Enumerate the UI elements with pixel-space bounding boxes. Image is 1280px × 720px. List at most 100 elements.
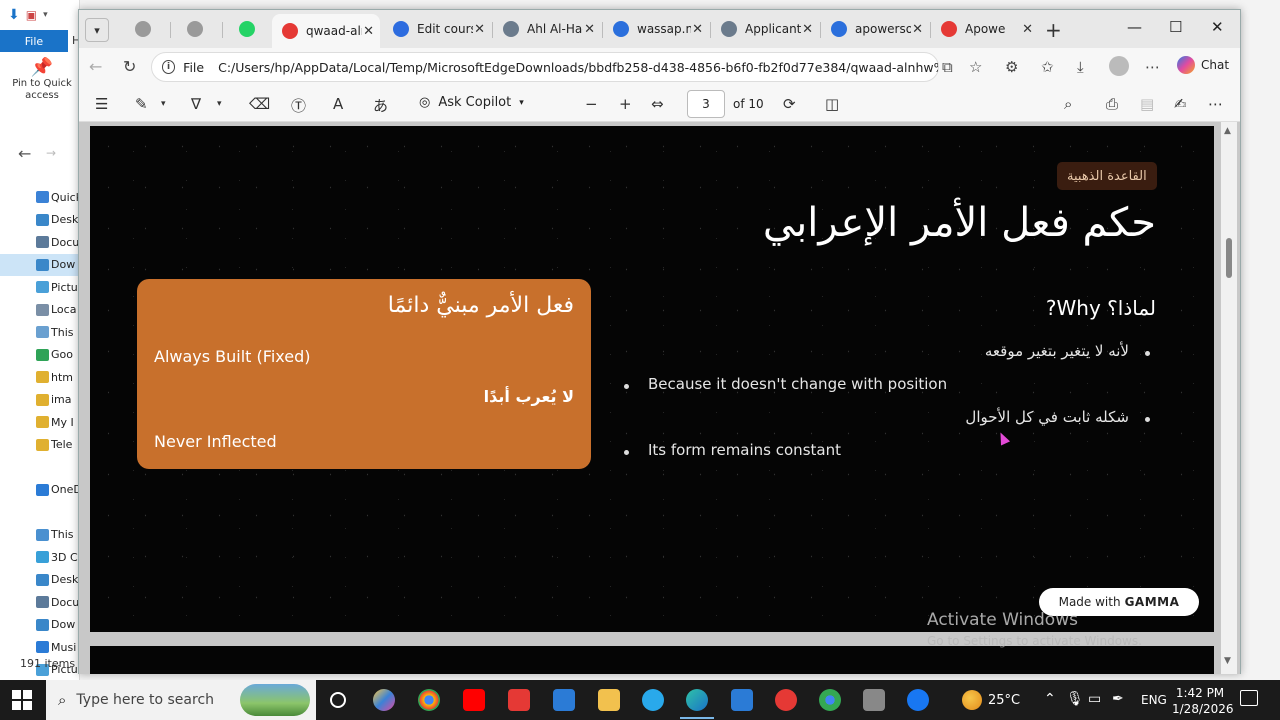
file-explorer-icon[interactable] [598, 689, 620, 711]
chrome-icon[interactable] [418, 689, 440, 711]
start-windows-icon[interactable] [12, 690, 32, 710]
browser-tab[interactable] [119, 14, 167, 44]
save-as-icon[interactable]: ✍ [1174, 95, 1187, 113]
read-aloud-icon[interactable]: ⧉ [942, 58, 953, 76]
nav-pane-item[interactable]: Desk [0, 569, 80, 592]
contents-list-icon[interactable]: ☰ [95, 95, 108, 113]
draw-dropdown-icon[interactable]: ▾ [217, 99, 222, 109]
microphone-icon[interactable]: 🎙 [1066, 691, 1084, 707]
tab-close-icon[interactable]: ✕ [584, 22, 595, 37]
scroll-down-icon[interactable]: ▼ [1224, 656, 1231, 666]
minimize-button[interactable]: — [1127, 18, 1142, 36]
highlight-dropdown-icon[interactable]: ▾ [161, 99, 166, 109]
edge-icon[interactable] [680, 689, 714, 719]
tab-close-icon[interactable]: ✕ [1022, 22, 1033, 37]
qat-dropdown-icon[interactable]: ▾ [43, 10, 48, 20]
browser-tab[interactable]: Apowe ✕ [931, 14, 1039, 44]
close-window-button[interactable]: ✕ [1211, 18, 1224, 36]
zoom-in-icon[interactable]: + [619, 95, 632, 113]
app-icon[interactable] [863, 689, 885, 711]
nav-pane-item[interactable]: Desk [0, 209, 80, 232]
ribbon-file-tab[interactable]: File [0, 30, 68, 52]
browser-tab[interactable]: wassap.my✕ [603, 14, 709, 44]
vertical-scrollbar[interactable]: ▲ ▼ [1221, 122, 1237, 674]
tab-close-icon[interactable]: ✕ [802, 22, 813, 37]
tab-close-icon[interactable]: ✕ [474, 22, 485, 37]
down-arrow-icon[interactable]: ⬇ [8, 7, 20, 23]
weather-widget[interactable]: 25°C [962, 690, 1020, 710]
print-icon[interactable]: ⎙ [1106, 95, 1118, 113]
nav-pane-item[interactable]: htm [0, 366, 80, 389]
apowersoft-recorder-icon[interactable] [775, 689, 797, 711]
chevron-up-icon[interactable]: ⌃ [1044, 691, 1056, 707]
copilot-chat-button[interactable]: Chat [1177, 56, 1229, 74]
nav-pane-item[interactable]: Quick [0, 186, 80, 209]
favorite-star-icon[interactable]: ☆ [969, 58, 982, 76]
back-arrow-icon[interactable]: ← [18, 144, 31, 163]
rotate-icon[interactable]: ⟳ [783, 95, 796, 113]
nav-pane-item[interactable]: ima [0, 389, 80, 412]
notification-icon[interactable] [1240, 690, 1258, 706]
battery-icon[interactable]: ▭ [1088, 691, 1101, 707]
more-options-icon[interactable]: ⋯ [1145, 58, 1160, 76]
nav-pane-item[interactable]: Docu [0, 591, 80, 614]
nav-pane-item[interactable]: 3D C [0, 546, 80, 569]
task-view-icon[interactable] [330, 692, 346, 708]
downloads-icon[interactable]: ⤓ [1077, 58, 1084, 76]
favorites-icon[interactable]: ✩ [1041, 58, 1054, 76]
nav-pane-item[interactable]: Pictu [0, 276, 80, 299]
nav-pane-item[interactable] [0, 456, 80, 479]
wps-office-icon[interactable] [508, 689, 530, 711]
pin-to-quick-access-button[interactable]: 📌 Pin to Quick access [4, 59, 80, 102]
telegram-icon[interactable] [642, 689, 664, 711]
nav-pane-item[interactable] [0, 501, 80, 524]
zoom-out-icon[interactable]: − [585, 95, 598, 113]
maximize-button[interactable]: ☐ [1169, 18, 1182, 36]
tab-close-icon[interactable]: ✕ [692, 22, 703, 37]
nav-pane-item[interactable]: This [0, 321, 80, 344]
browser-tab[interactable] [223, 14, 269, 44]
eraser-icon[interactable]: ⌫ [249, 95, 270, 113]
browser-tab[interactable]: Edit course✕ [383, 14, 491, 44]
tab-actions-menu-button[interactable]: ▾ [85, 18, 109, 42]
vscode-icon[interactable] [553, 689, 575, 711]
todo-icon[interactable] [731, 689, 753, 711]
nav-pane-item[interactable]: This P [0, 524, 80, 547]
browser-tab[interactable]: qwaad-alnh✕ [272, 14, 380, 48]
copilot-taskbar-icon[interactable] [373, 689, 395, 711]
tab-close-icon[interactable]: ✕ [912, 22, 923, 37]
nav-pane-item[interactable]: Tele [0, 434, 80, 457]
profile-avatar[interactable] [1109, 56, 1129, 76]
browser-tab[interactable]: Applicant L✕ [711, 14, 819, 44]
text-box-icon[interactable]: Ⓣ [291, 95, 306, 116]
translate-icon[interactable]: あ [373, 95, 388, 116]
scroll-up-icon[interactable]: ▲ [1224, 126, 1231, 136]
nav-pane-item[interactable]: Loca [0, 299, 80, 322]
search-icon[interactable]: ⌕ [1064, 95, 1072, 113]
info-icon[interactable]: i [162, 60, 176, 74]
browser-tab[interactable]: Ahl Al-Hadi✕ [493, 14, 601, 44]
nav-pane-item[interactable]: Docu [0, 231, 80, 254]
nav-pane-item[interactable]: OneD [0, 479, 80, 502]
scrollbar-thumb[interactable] [1226, 238, 1232, 278]
highlight-icon[interactable]: ✎ [135, 95, 148, 113]
extensions-icon[interactable]: ⚙ [1005, 58, 1018, 76]
page-view-icon[interactable]: ◫ [825, 95, 839, 113]
nav-pane-item[interactable]: Dow [0, 253, 80, 276]
ask-copilot-button[interactable]: ◎ Ask Copilot ▾ [419, 95, 524, 110]
taskbar-search-box[interactable]: ⌕ Type here to search [46, 680, 316, 720]
page-number-input[interactable]: 3 [687, 90, 725, 118]
pen-icon[interactable]: ✒ [1112, 691, 1124, 707]
chrome-profile-icon[interactable] [819, 689, 841, 711]
new-tab-button[interactable]: + [1045, 18, 1062, 42]
address-field[interactable]: i File C:/Users/hp/AppData/Local/Temp/Mi… [151, 52, 939, 82]
url-text[interactable]: C:/Users/hp/AppData/Local/Temp/Microsoft… [218, 60, 938, 75]
back-button[interactable]: ← [89, 57, 102, 76]
more-pdf-options-icon[interactable]: ⋯ [1208, 95, 1223, 113]
refresh-button[interactable]: ↻ [123, 57, 136, 76]
facebook-icon[interactable] [907, 689, 929, 711]
properties-icon[interactable]: ▣ [26, 8, 37, 22]
browser-tab[interactable]: apowersoft✕ [821, 14, 929, 44]
fit-to-page-icon[interactable]: ⇔ [651, 95, 664, 113]
clock[interactable]: 1:42 PM 1/28/2026 [1172, 685, 1234, 717]
